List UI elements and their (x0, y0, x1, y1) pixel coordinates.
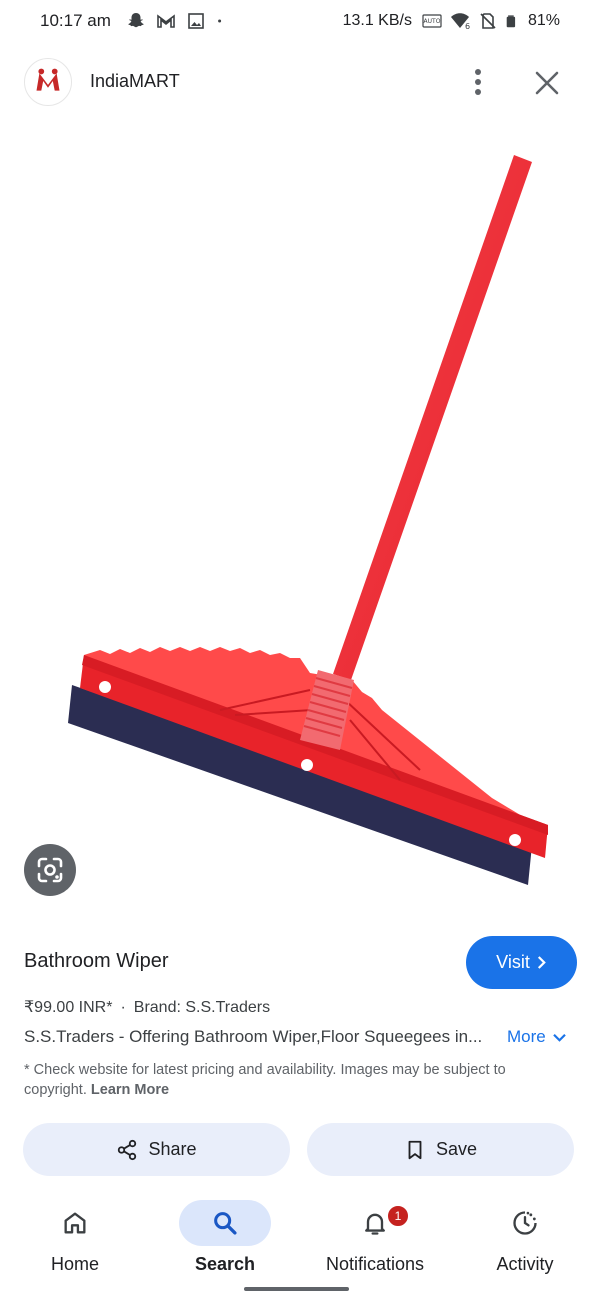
save-label: Save (435, 1139, 478, 1159)
share-button[interactable]: Share (23, 1123, 290, 1176)
nav-search-icon-wrap (179, 1200, 271, 1246)
visit-label: Visit (496, 952, 530, 972)
network-speed: 13.1 KB/s (342, 12, 412, 29)
gallery-icon (188, 13, 204, 29)
nav-activity-label: Activity (496, 1254, 554, 1274)
nav-home-icon-wrap (29, 1200, 121, 1246)
disclaimer: * Check website for latest pricing and a… (24, 1060, 564, 1100)
visit-button[interactable]: Visit (466, 936, 577, 989)
nav-activity[interactable]: Activity (450, 1194, 600, 1294)
app-header: IndiaMART (0, 52, 600, 112)
bathroom-wiper-image (68, 155, 548, 885)
gesture-bar[interactable] (244, 1287, 349, 1291)
nav-notifications-label: Notifications (325, 1254, 425, 1274)
indiamart-logo-icon (33, 67, 63, 97)
more-vert-icon (475, 69, 481, 95)
nav-activity-icon-wrap (479, 1200, 571, 1246)
battery-icon (506, 15, 516, 28)
product-brand: Brand: S.S.Traders (133, 999, 271, 1016)
status-bar: 10:17 am 13.1 KB/s AUTO 6 81% (0, 0, 600, 44)
separator-dot: · (120, 999, 126, 1016)
close-icon (535, 71, 559, 95)
wifi-6-icon: 6 (450, 13, 470, 31)
save-button[interactable]: Save (307, 1123, 574, 1176)
snapchat-icon (128, 13, 144, 28)
status-icons-left (126, 11, 228, 31)
bookmark-icon (408, 1140, 422, 1159)
nav-home-label: Home (50, 1254, 99, 1274)
notification-badge: 1 (386, 1204, 410, 1228)
learn-more-link[interactable]: Learn More (91, 1082, 169, 1098)
share-label: Share (148, 1139, 197, 1159)
product-title: Bathroom Wiper (24, 950, 169, 972)
nav-notifications[interactable]: 1 Notifications (300, 1194, 450, 1294)
chevron-right-icon (537, 956, 546, 969)
dot-icon (218, 19, 222, 23)
lens-icon (37, 857, 63, 883)
bell-icon (365, 1213, 385, 1235)
bottom-navigation: Home Search 1 Notifications Activity (0, 1194, 600, 1300)
more-label: More (507, 1027, 546, 1046)
status-time: 10:17 am (40, 11, 111, 30)
product-description[interactable]: S.S.Traders - Offering Bathroom Wiper,Fl… (24, 1027, 484, 1047)
chevron-down-icon (552, 1033, 566, 1042)
home-icon (64, 1212, 86, 1234)
svg-text:AUTO: AUTO (424, 18, 441, 25)
more-options-button[interactable] (462, 64, 494, 100)
svg-text:6: 6 (465, 22, 470, 31)
gmail-icon (157, 14, 175, 28)
nav-search-label: Search (194, 1254, 256, 1274)
status-icons-right: 13.1 KB/s AUTO 6 81% (343, 11, 560, 31)
nav-search[interactable]: Search (150, 1194, 300, 1294)
search-icon (214, 1212, 237, 1235)
share-icon (118, 1139, 137, 1160)
close-button[interactable] (530, 66, 564, 100)
no-sim-icon (480, 13, 496, 29)
more-button[interactable]: More (507, 1027, 567, 1047)
product-price: ₹99.00 INR* (24, 999, 113, 1016)
google-lens-button[interactable] (24, 844, 76, 896)
site-title: IndiaMART (90, 71, 180, 91)
activity-icon (513, 1211, 537, 1235)
product-meta: ₹99.00 INR* · Brand: S.S.Traders (24, 997, 270, 1017)
battery-percent: 81% (527, 12, 560, 29)
indiamart-logo[interactable] (24, 58, 72, 106)
product-image[interactable] (0, 120, 600, 920)
auto-network-icon: AUTO (422, 14, 442, 28)
nav-home[interactable]: Home (0, 1194, 150, 1294)
